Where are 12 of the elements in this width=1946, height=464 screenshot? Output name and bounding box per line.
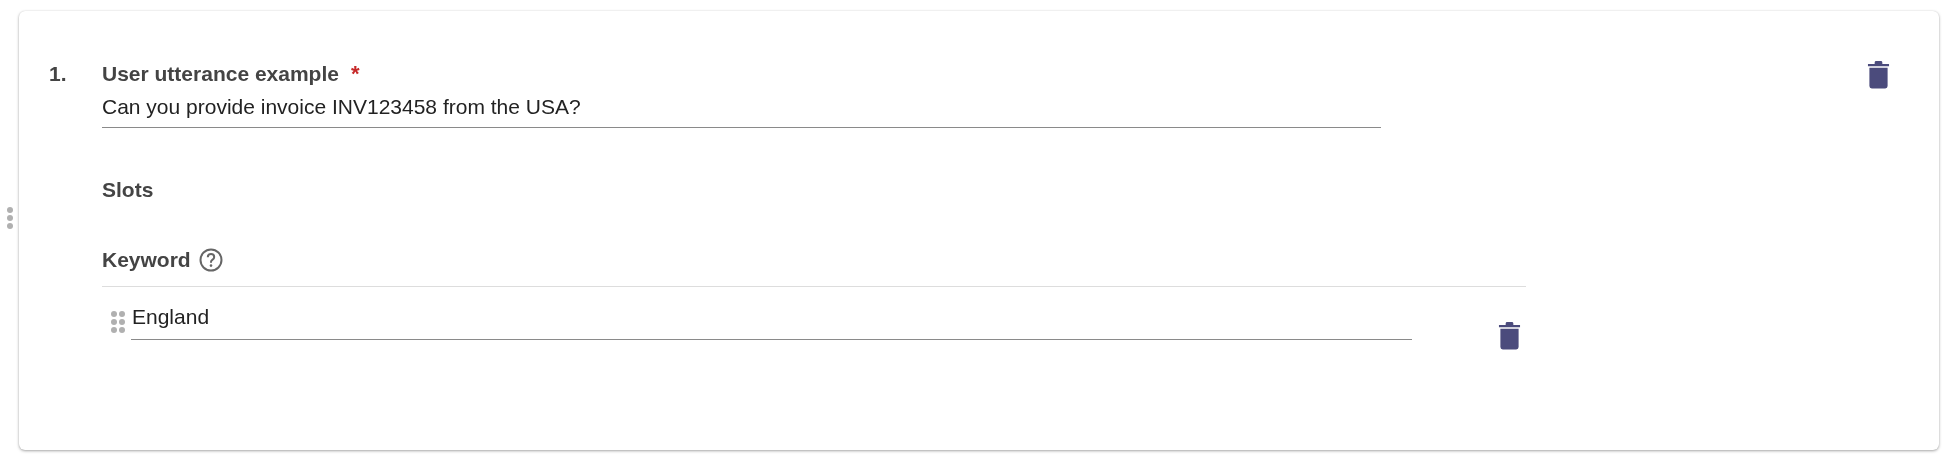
field-label: User utterance example xyxy=(102,62,339,86)
drag-handle-icon[interactable] xyxy=(111,311,125,333)
help-icon[interactable] xyxy=(198,248,223,272)
section-heading: Slots xyxy=(102,178,155,202)
drag-handle-icon[interactable] xyxy=(6,207,13,229)
item-number: 1. xyxy=(49,61,68,87)
utterance-input[interactable]: Can you provide invoice INV123458 from the USA? xyxy=(102,91,1381,128)
slot-value-input[interactable]: England xyxy=(131,299,1412,340)
slot-label: Keyword xyxy=(102,248,191,272)
delete-button[interactable] xyxy=(1498,321,1521,350)
required-mark: * xyxy=(350,61,360,87)
delete-button[interactable] xyxy=(1867,60,1890,89)
